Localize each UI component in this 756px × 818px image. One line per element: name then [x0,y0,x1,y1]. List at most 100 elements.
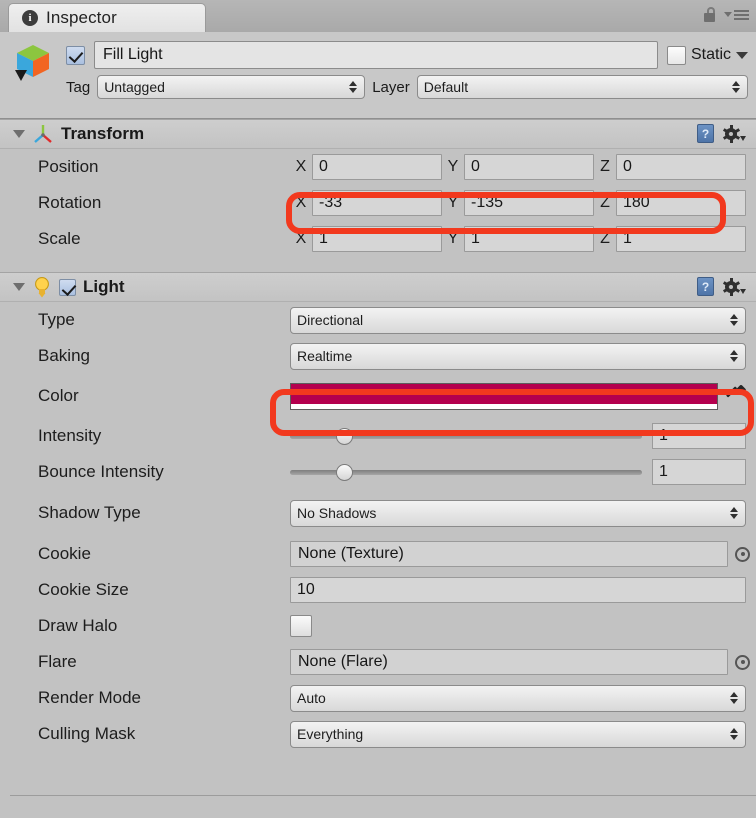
static-group: Static [666,45,748,65]
cookie-size-label: Cookie Size [38,580,129,599]
culling-mask-value: Everything [297,726,364,742]
draw-halo-checkbox[interactable] [290,615,312,637]
scale-fields: X1 Y1 Z1 [290,226,756,252]
position-fields: X0 Y0 Z0 [290,154,756,180]
lock-icon[interactable] [704,7,717,22]
shadow-type-label: Shadow Type [38,503,141,522]
light-row-cookie-size: Cookie Size 10 [0,572,756,608]
static-checkbox[interactable] [666,45,686,65]
tag-label: Tag [66,78,91,96]
chevron-updown-icon [730,507,738,519]
chevron-updown-icon [732,81,740,93]
hamburger-menu-icon[interactable] [724,9,749,20]
axis-y-label: Y [447,158,459,175]
tag-value: Untagged [104,79,165,95]
light-component: Light ? Type Directional Baking Realtime [0,272,756,790]
transform-row-position: Position X0 Y0 Z0 [0,149,756,185]
object-picker-icon[interactable] [735,546,750,562]
gear-icon[interactable] [722,277,746,296]
chevron-updown-icon [730,692,738,704]
object-name-field[interactable]: Fill Light [94,41,658,69]
gameobject-cube-icon [15,45,49,81]
color-swatch [291,383,717,404]
light-row-type: Type Directional [0,302,756,338]
light-row-draw-halo: Draw Halo [0,608,756,644]
axis-y-label: Y [447,230,459,247]
position-x-field[interactable]: 0 [312,154,442,180]
light-row-culling-mask: Culling Mask Everything [0,716,756,752]
axis-x-label: X [295,230,307,247]
light-title: Light [83,277,125,296]
layer-value: Default [423,79,469,95]
rotation-y-field[interactable]: -135 [464,190,594,216]
rotation-z-field[interactable]: 180 [616,190,746,216]
tag-layer-row: Tag Untagged Layer Default [66,74,748,100]
position-y-field[interactable]: 0 [464,154,594,180]
transform-component: Transform ? Position X0 Y0 Z0 Rotation X… [0,119,756,267]
scale-x-field[interactable]: 1 [312,226,442,252]
position-z-field[interactable]: 0 [616,154,746,180]
eyedropper-icon[interactable] [724,384,747,407]
axis-z-label: Z [600,230,610,247]
light-enabled-checkbox[interactable] [59,278,76,296]
render-mode-dropdown[interactable]: Auto [290,684,746,712]
rotation-x-field[interactable]: -33 [312,190,442,216]
help-book-icon[interactable]: ? [697,124,714,143]
tab-inspector[interactable]: i Inspector [8,3,206,32]
baking-label: Baking [38,346,90,365]
tab-bar: i Inspector [0,0,756,33]
static-label: Static [690,46,731,63]
type-label: Type [38,310,75,329]
light-row-bounce-intensity: Bounce Intensity 1 [0,454,756,490]
color-alpha-bar [291,403,717,409]
chevron-updown-icon [349,81,358,93]
baking-value: Realtime [297,348,353,364]
tag-dropdown[interactable]: Untagged [97,75,366,99]
light-header[interactable]: Light ? [0,272,756,302]
bounce-intensity-slider-knob[interactable] [335,463,353,481]
baking-dropdown[interactable]: Realtime [290,342,746,370]
chevron-down-icon [740,288,746,294]
light-row-flare: Flare None (Flare) [0,644,756,680]
culling-mask-dropdown[interactable]: Everything [290,720,746,748]
object-enabled-checkbox[interactable] [66,45,85,65]
intensity-slider[interactable] [290,423,642,449]
intensity-value-field[interactable]: 1 [652,423,746,449]
intensity-slider-knob[interactable] [335,427,353,445]
color-label: Color [38,386,79,405]
inspector-window: i Inspector Fill Light Static Tag Untagg… [0,0,756,818]
flare-object-field[interactable]: None (Flare) [290,649,728,675]
scale-y-field[interactable]: 1 [464,226,594,252]
chevron-updown-icon [730,314,738,326]
help-book-icon[interactable]: ? [697,277,714,296]
bounce-intensity-value-field[interactable]: 1 [652,459,746,485]
shadow-type-value: No Shadows [297,505,377,521]
static-dropdown-icon[interactable] [736,51,748,59]
transform-header-actions: ? [697,124,746,143]
shadow-type-dropdown[interactable]: No Shadows [290,499,746,527]
foldout-triangle-icon[interactable] [13,283,25,291]
object-name-row: Fill Light Static [66,40,748,70]
transform-header[interactable]: Transform ? [0,119,756,149]
gear-icon[interactable] [722,124,746,143]
color-swatch-field[interactable] [290,382,718,410]
light-row-render-mode: Render Mode Auto [0,680,756,716]
layer-dropdown[interactable]: Default [416,75,748,99]
cookie-object-field[interactable]: None (Texture) [290,541,728,567]
lightbulb-icon [35,277,49,298]
object-picker-icon[interactable] [735,654,750,670]
intensity-label: Intensity [38,426,102,445]
type-dropdown[interactable]: Directional [290,306,746,334]
bounce-intensity-slider[interactable] [290,459,642,485]
chevron-updown-icon [730,728,738,740]
light-row-color: Color [0,374,756,418]
scale-z-field[interactable]: 1 [616,226,746,252]
cookie-size-field[interactable]: 10 [290,577,746,603]
render-mode-label: Render Mode [38,688,142,707]
bottom-separator [10,795,756,796]
chevron-updown-icon [730,350,738,362]
rotation-fields: X -33 Y -135 Z 180 [290,190,756,216]
foldout-triangle-icon[interactable] [13,130,25,138]
transform-row-scale: Scale X1 Y1 Z1 [0,221,756,257]
rotation-label: Rotation [38,193,102,212]
